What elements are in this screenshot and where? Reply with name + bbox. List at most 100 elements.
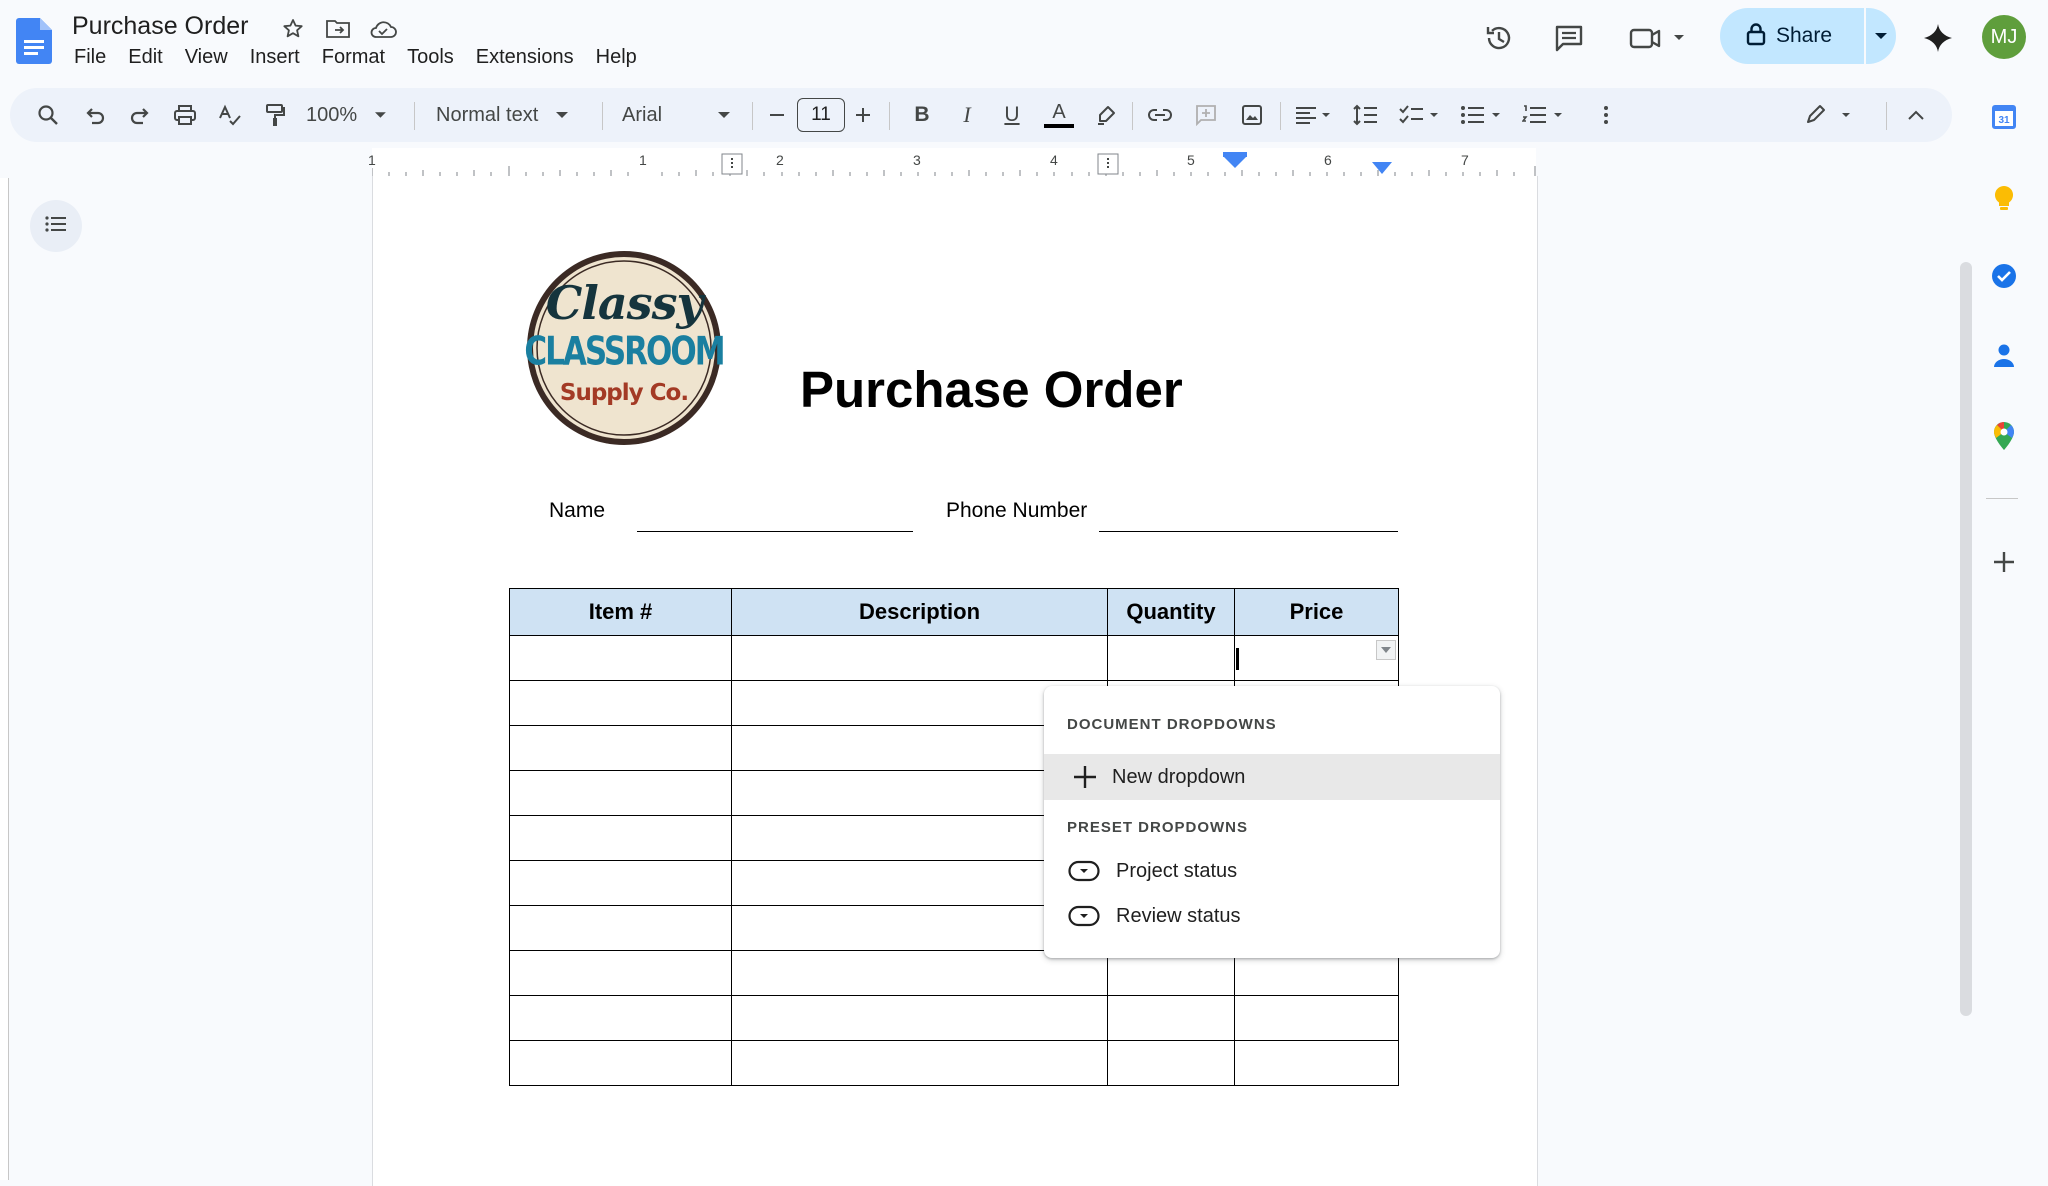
menu-help[interactable]: Help bbox=[585, 46, 648, 69]
underline-icon[interactable]: U bbox=[995, 88, 1029, 142]
document-outline-button[interactable] bbox=[30, 200, 82, 252]
toolbar-separator bbox=[602, 102, 603, 130]
header-item-number[interactable]: Item # bbox=[509, 588, 732, 636]
table-cell-price-active[interactable] bbox=[1234, 635, 1399, 681]
table-cell[interactable] bbox=[731, 635, 1108, 681]
document-title[interactable]: Purchase Order bbox=[72, 12, 248, 41]
insert-link-icon[interactable] bbox=[1140, 88, 1180, 142]
maps-icon[interactable] bbox=[1982, 414, 2026, 458]
comments-icon[interactable] bbox=[1547, 16, 1591, 60]
cell-dropdown-arrow-icon[interactable] bbox=[1376, 640, 1396, 660]
review-status-item[interactable]: Review status bbox=[1044, 893, 1500, 939]
menu-insert[interactable]: Insert bbox=[239, 46, 311, 69]
gemini-sparkle-icon[interactable] bbox=[1916, 16, 1960, 60]
menu-file[interactable]: File bbox=[72, 46, 117, 69]
table-cell[interactable] bbox=[509, 905, 732, 951]
version-history-icon[interactable] bbox=[1477, 16, 1521, 60]
account-avatar[interactable]: MJ bbox=[1982, 15, 2026, 59]
meet-video-icon[interactable] bbox=[1628, 16, 1688, 60]
font-size-input[interactable]: 11 bbox=[797, 98, 845, 132]
menu-extensions[interactable]: Extensions bbox=[465, 46, 585, 69]
menu-view[interactable]: View bbox=[174, 46, 239, 69]
undo-icon[interactable] bbox=[77, 88, 113, 142]
italic-icon[interactable]: I bbox=[950, 88, 984, 142]
numbered-list-icon[interactable] bbox=[1518, 88, 1570, 142]
redo-icon[interactable] bbox=[122, 88, 158, 142]
horizontal-ruler[interactable]: 1 1 2 3 4 5 6 7 bbox=[0, 148, 1952, 177]
paragraph-style-select[interactable]: Normal text bbox=[436, 88, 596, 142]
editing-mode-icon[interactable] bbox=[1800, 88, 1860, 142]
project-status-label: Project status bbox=[1116, 859, 1238, 882]
cloud-saved-icon[interactable] bbox=[368, 14, 398, 44]
add-comment-icon[interactable] bbox=[1188, 88, 1224, 142]
toolbar: 100% Normal text Arial 11 B I U A bbox=[10, 88, 1952, 142]
line-spacing-icon[interactable] bbox=[1348, 88, 1384, 142]
share-button[interactable]: Share bbox=[1720, 8, 1896, 64]
table-cell[interactable] bbox=[509, 1040, 732, 1086]
table-cell[interactable] bbox=[509, 635, 732, 681]
table-cell[interactable] bbox=[509, 815, 732, 861]
new-dropdown-item[interactable]: New dropdown bbox=[1044, 754, 1500, 800]
calendar-icon[interactable]: 31 bbox=[1982, 95, 2026, 139]
table-cell[interactable] bbox=[509, 860, 732, 906]
table-cell[interactable] bbox=[1234, 1040, 1399, 1086]
table-cell[interactable] bbox=[731, 995, 1108, 1041]
table-cell[interactable] bbox=[1107, 635, 1235, 681]
move-folder-icon[interactable] bbox=[323, 14, 353, 44]
search-menus-icon[interactable] bbox=[30, 88, 66, 142]
insert-image-icon[interactable] bbox=[1234, 88, 1270, 142]
menu-tools[interactable]: Tools bbox=[396, 46, 465, 69]
table-cell[interactable] bbox=[1107, 995, 1235, 1041]
decrease-font-size-icon[interactable] bbox=[762, 88, 792, 142]
align-left-icon[interactable] bbox=[1290, 88, 1338, 142]
text-color-icon[interactable]: A bbox=[1040, 88, 1078, 142]
checklist-icon[interactable] bbox=[1394, 88, 1446, 142]
logo-text-supply: Supply Co. bbox=[559, 380, 689, 406]
phone-field-line[interactable] bbox=[1099, 531, 1398, 532]
logo-text-classy: Classy bbox=[545, 276, 703, 330]
menu-format[interactable]: Format bbox=[311, 46, 396, 69]
highlight-color-icon[interactable] bbox=[1088, 88, 1124, 142]
menu-bar: File Edit View Insert Format Tools Exten… bbox=[72, 46, 648, 69]
table-row bbox=[509, 1040, 1399, 1086]
text-cursor bbox=[1236, 648, 1239, 670]
paint-format-icon[interactable] bbox=[257, 88, 293, 142]
header-price[interactable]: Price bbox=[1234, 588, 1399, 636]
table-cell[interactable] bbox=[509, 770, 732, 816]
tasks-icon[interactable] bbox=[1982, 254, 2026, 298]
share-dropdown-arrow-icon[interactable] bbox=[1866, 31, 1896, 41]
bold-icon[interactable]: B bbox=[905, 88, 939, 142]
share-main[interactable]: Share bbox=[1720, 8, 1866, 64]
table-cell[interactable] bbox=[509, 950, 732, 996]
table-cell[interactable] bbox=[1234, 995, 1399, 1041]
contacts-icon[interactable] bbox=[1982, 334, 2026, 378]
more-options-icon[interactable] bbox=[1594, 88, 1618, 142]
table-cell[interactable] bbox=[509, 995, 732, 1041]
table-cell[interactable] bbox=[1107, 1040, 1235, 1086]
font-family-select[interactable]: Arial bbox=[622, 88, 744, 142]
project-status-item[interactable]: Project status bbox=[1044, 848, 1500, 894]
keep-icon[interactable] bbox=[1982, 176, 2026, 220]
company-logo[interactable]: Classy CLASSROOM Supply Co. bbox=[524, 248, 726, 448]
name-field-line[interactable] bbox=[637, 531, 913, 532]
bulleted-list-icon[interactable] bbox=[1456, 88, 1508, 142]
table-cell[interactable] bbox=[731, 1040, 1108, 1086]
table-cell[interactable] bbox=[509, 680, 732, 726]
add-addon-plus-icon[interactable] bbox=[1982, 540, 2026, 584]
header-description[interactable]: Description bbox=[731, 588, 1108, 636]
vertical-ruler[interactable] bbox=[0, 178, 9, 1180]
print-icon[interactable] bbox=[167, 88, 203, 142]
toolbar-separator bbox=[752, 102, 753, 130]
star-icon[interactable] bbox=[278, 14, 308, 44]
toolbar-separator bbox=[1280, 102, 1281, 130]
increase-font-size-icon[interactable] bbox=[848, 88, 878, 142]
hide-menus-chevron-up-icon[interactable] bbox=[1898, 88, 1934, 142]
header-quantity[interactable]: Quantity bbox=[1107, 588, 1235, 636]
docs-logo-icon[interactable] bbox=[16, 18, 52, 64]
menu-edit[interactable]: Edit bbox=[117, 46, 173, 69]
table-cell[interactable] bbox=[509, 725, 732, 771]
table-header-row: Item # Description Quantity Price bbox=[509, 588, 1399, 636]
spellcheck-icon[interactable] bbox=[212, 88, 248, 142]
zoom-select[interactable]: 100% bbox=[306, 88, 386, 142]
dropdown-insert-menu: DOCUMENT DROPDOWNS New dropdown PRESET D… bbox=[1044, 686, 1500, 958]
